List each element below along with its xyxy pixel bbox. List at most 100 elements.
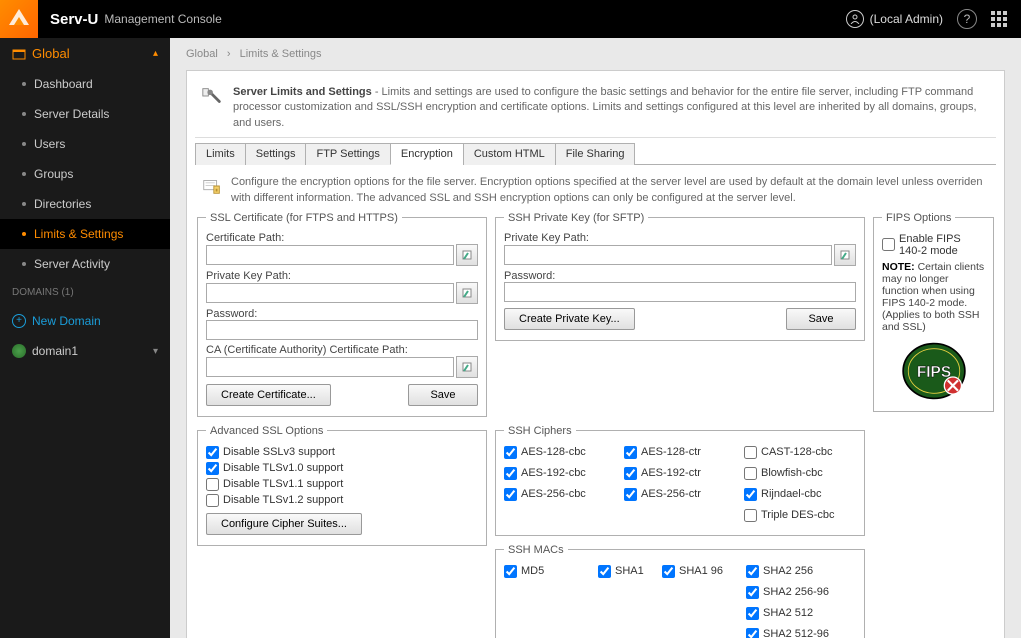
sidebar-item-dashboard[interactable]: Dashboard <box>0 69 170 99</box>
user-icon <box>846 10 864 28</box>
sidebar-section-global[interactable]: Global ▴ <box>0 38 170 69</box>
ssh-save-button[interactable]: Save <box>786 308 856 330</box>
bullet-icon <box>22 202 26 206</box>
checkbox-sha2-256-96[interactable]: SHA2 256-96 <box>746 586 856 599</box>
ssl-password-input[interactable] <box>206 320 478 340</box>
main-panel: Server Limits and Settings - Limits and … <box>186 70 1005 638</box>
sidebar-item-label: Limits & Settings <box>34 227 123 241</box>
checkbox-aes-128-ctr[interactable]: AES-128-ctr <box>624 446 736 459</box>
ssl-save-button[interactable]: Save <box>408 384 478 406</box>
settings-wrench-icon <box>201 85 223 107</box>
cert-path-input[interactable] <box>206 245 454 265</box>
topbar: Serv-U Management Console (Local Admin) … <box>0 0 1021 38</box>
fips-note: NOTE: Certain clients may no longer func… <box>882 261 985 333</box>
help-icon[interactable]: ? <box>957 9 977 29</box>
checkbox-disable-tlsv1-1-support[interactable]: Disable TLSv1.1 support <box>206 478 478 491</box>
sidebar-item-label: Dashboard <box>34 77 93 91</box>
user-badge[interactable]: (Local Admin) <box>846 10 943 28</box>
ssl-private-key-browse-button[interactable] <box>456 282 478 304</box>
tab-custom-html[interactable]: Custom HTML <box>463 143 556 165</box>
checkbox-aes-256-ctr[interactable]: AES-256-ctr <box>624 488 736 501</box>
brand-name: Serv-U <box>50 11 98 28</box>
configure-cipher-suites-button[interactable]: Configure Cipher Suites... <box>206 513 362 535</box>
bullet-icon <box>22 232 26 236</box>
ssh-password-input[interactable] <box>504 282 856 302</box>
enable-fips-checkbox[interactable]: Enable FIPS 140-2 mode <box>882 233 985 257</box>
sidebar-item-label: Server Details <box>34 107 109 121</box>
checkbox-sha2-256[interactable]: SHA2 256 <box>746 565 856 578</box>
sidebar-item-label: Directories <box>34 197 91 211</box>
tab-limits[interactable]: Limits <box>195 143 246 165</box>
plus-icon: + <box>12 314 26 328</box>
sidebar-domains-header: DOMAINS (1) <box>0 279 170 306</box>
chevron-down-icon: ▾ <box>153 346 158 357</box>
cert-path-browse-button[interactable] <box>456 244 478 266</box>
ssh-private-key-input[interactable] <box>504 245 832 265</box>
chevron-up-icon: ▴ <box>153 48 158 59</box>
sidebar-domain-domain1[interactable]: domain1 ▾ <box>0 336 170 366</box>
checkbox-disable-tlsv1-0-support[interactable]: Disable TLSv1.0 support <box>206 462 478 475</box>
sidebar-item-users[interactable]: Users <box>0 129 170 159</box>
sidebar-item-label: Groups <box>34 167 73 181</box>
bullet-icon <box>22 142 26 146</box>
new-domain-button[interactable]: + New Domain <box>0 306 170 336</box>
checkbox-disable-tlsv1-2-support[interactable]: Disable TLSv1.2 support <box>206 494 478 507</box>
breadcrumb-global[interactable]: Global <box>186 48 218 60</box>
fips-options-group: FIPS Options Enable FIPS 140-2 mode NOTE… <box>873 212 994 412</box>
sidebar-item-directories[interactable]: Directories <box>0 189 170 219</box>
svg-text:FIPS: FIPS <box>916 364 950 381</box>
ssh-ciphers-group: SSH Ciphers AES-128-cbcAES-128-ctrCAST-1… <box>495 425 865 536</box>
checkbox-cast-128-cbc[interactable]: CAST-128-cbc <box>744 446 856 459</box>
breadcrumb-current: Limits & Settings <box>240 48 322 60</box>
checkbox-sha1[interactable]: SHA1 <box>598 565 658 578</box>
checkbox-rijndael-cbc[interactable]: Rijndael-cbc <box>744 488 856 501</box>
checkbox-disable-sslv3-support[interactable]: Disable SSLv3 support <box>206 446 478 459</box>
ssh-macs-group: SSH MACs MD5SHA1SHA1 96SHA2 256 SHA2 256… <box>495 544 865 638</box>
checkbox-aes-256-cbc[interactable]: AES-256-cbc <box>504 488 616 501</box>
sidebar-item-groups[interactable]: Groups <box>0 159 170 189</box>
ca-cert-browse-button[interactable] <box>456 356 478 378</box>
tab-file-sharing[interactable]: File Sharing <box>555 143 636 165</box>
apps-grid-icon[interactable] <box>991 11 1007 27</box>
user-name: (Local Admin) <box>870 12 943 26</box>
checkbox-triple-des-cbc[interactable]: Triple DES-cbc <box>744 509 856 522</box>
checkbox-aes-192-ctr[interactable]: AES-192-ctr <box>624 467 736 480</box>
brand-subtitle: Management Console <box>104 12 221 26</box>
sidebar-item-label: Server Activity <box>34 257 110 271</box>
breadcrumb: Global › Limits & Settings <box>170 38 1021 70</box>
tabs: LimitsSettingsFTP SettingsEncryptionCust… <box>195 142 996 165</box>
checkbox-aes-128-cbc[interactable]: AES-128-cbc <box>504 446 616 459</box>
checkbox-aes-192-cbc[interactable]: AES-192-cbc <box>504 467 616 480</box>
bullet-icon <box>22 82 26 86</box>
checkbox-sha2-512-96[interactable]: SHA2 512-96 <box>746 628 856 638</box>
create-certificate-button[interactable]: Create Certificate... <box>206 384 331 406</box>
ca-cert-path-input[interactable] <box>206 357 454 377</box>
sidebar-item-limits-settings[interactable]: Limits & Settings <box>0 219 170 249</box>
checkbox-sha2-512[interactable]: SHA2 512 <box>746 607 856 620</box>
checkbox-sha1-96[interactable]: SHA1 96 <box>662 565 742 578</box>
checkbox-md5[interactable]: MD5 <box>504 565 594 578</box>
sidebar-item-server-details[interactable]: Server Details <box>0 99 170 129</box>
encryption-info-icon <box>201 175 223 197</box>
sidebar: Global ▴ Dashboard Server Details Users Gro… <box>0 38 170 638</box>
ssl-private-key-input[interactable] <box>206 283 454 303</box>
bullet-icon <box>22 172 26 176</box>
tab-info-text: Configure the encryption options for the… <box>231 175 990 206</box>
create-private-key-button[interactable]: Create Private Key... <box>504 308 635 330</box>
ssl-certificate-group: SSL Certificate (for FTPS and HTTPS) Cer… <box>197 212 487 417</box>
ssh-private-key-group: SSH Private Key (for SFTP) Private Key P… <box>495 212 865 341</box>
sidebar-item-label: Users <box>34 137 65 151</box>
bullet-icon <box>22 262 26 266</box>
bullet-icon <box>22 112 26 116</box>
advanced-ssl-group: Advanced SSL Options Disable SSLv3 suppo… <box>197 425 487 546</box>
tab-encryption[interactable]: Encryption <box>390 143 464 165</box>
app-logo-icon <box>0 0 38 38</box>
panel-description: Server Limits and Settings - Limits and … <box>233 85 990 131</box>
checkbox-blowfish-cbc[interactable]: Blowfish-cbc <box>744 467 856 480</box>
sidebar-item-server-activity[interactable]: Server Activity <box>0 249 170 279</box>
ssh-private-key-browse-button[interactable] <box>834 244 856 266</box>
tab-settings[interactable]: Settings <box>245 143 307 165</box>
fips-logo-icon: FIPS <box>899 341 969 401</box>
tab-ftp-settings[interactable]: FTP Settings <box>305 143 390 165</box>
globe-icon <box>12 344 26 358</box>
